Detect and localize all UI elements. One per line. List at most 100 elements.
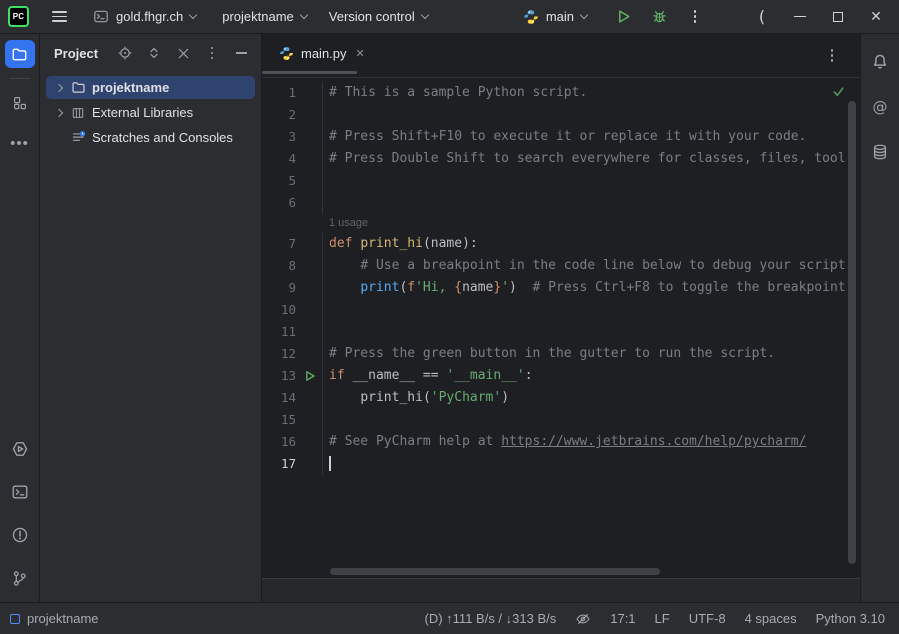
minimize-button[interactable] (781, 0, 819, 33)
gutter-space (296, 387, 322, 409)
code-line-14[interactable]: 14 print_hi('PyCharm') (262, 387, 860, 409)
inspections-widget[interactable] (575, 611, 591, 627)
kebab-icon (694, 10, 697, 23)
line-separator-widget[interactable]: LF (655, 611, 670, 626)
more-actions-button[interactable] (681, 3, 709, 31)
chevron-right-icon[interactable] (55, 108, 63, 116)
database-button[interactable] (865, 138, 895, 166)
module-icon (10, 614, 20, 624)
run-configuration-widget[interactable]: main (517, 5, 593, 29)
code-line-6[interactable]: 6 (262, 192, 860, 214)
code-token: ' (501, 280, 509, 295)
panel-options-button[interactable] (202, 43, 222, 63)
code-line-1[interactable]: 1# This is a sample Python script. (262, 82, 860, 104)
interpreter-widget[interactable]: Python 3.10 (816, 611, 885, 626)
run-button[interactable] (609, 3, 637, 31)
maximize-button[interactable] (819, 0, 857, 33)
horizontal-scrollbar-thumb[interactable] (330, 568, 660, 575)
notifications-button[interactable] (865, 48, 895, 76)
gutter-space (296, 192, 322, 214)
close-button[interactable]: ✕ (857, 0, 895, 33)
select-opened-file-button[interactable] (115, 43, 135, 63)
encoding-widget[interactable]: UTF-8 (689, 611, 726, 626)
expand-all-button[interactable] (144, 43, 164, 63)
code-token: # This is a sample Python script. (329, 85, 587, 100)
module-label: projektname (27, 611, 99, 626)
code-token: # Press Ctrl+F8 to toggle the breakpoint (533, 280, 846, 295)
chevron-down-icon (189, 10, 197, 18)
chevron-down-icon (580, 10, 588, 18)
crescent-icon[interactable]: ( (743, 0, 781, 33)
inspection-ok-check-icon[interactable] (831, 84, 846, 99)
python-icon (278, 46, 294, 61)
indent-widget[interactable]: 4 spaces (745, 611, 797, 626)
code-line-9[interactable]: 9 print(f'Hi, {name}') # Press Ctrl+F8 t… (262, 277, 860, 299)
tab-scrollbar-thumb[interactable] (262, 71, 357, 74)
tree-item-external-libraries[interactable]: External Libraries (46, 101, 255, 124)
tree-item-label: projektname (92, 80, 169, 95)
tree-item-projektname[interactable]: projektname (46, 76, 255, 99)
ai-assistant-icon: @ (873, 98, 888, 116)
editor-bottom-strip (262, 578, 860, 602)
network-speed-widget[interactable]: (D) ↑111 B/s / ↓313 B/s (425, 611, 557, 626)
problems-tool-window-button[interactable] (5, 521, 35, 549)
code-editor[interactable]: 1# This is a sample Python script.23# Pr… (262, 78, 860, 578)
remote-host-widget[interactable]: gold.fhgr.ch (87, 4, 202, 29)
module-widget[interactable]: projektname (10, 611, 99, 626)
code-line-13[interactable]: 13if __name__ == '__main__': (262, 365, 860, 387)
code-token: print_hi (360, 390, 423, 405)
gutter-space (296, 104, 322, 126)
minimize-icon (794, 16, 806, 18)
code-line-7[interactable]: 7def print_hi(name): (262, 233, 860, 255)
code-line-16[interactable]: 16# See PyCharm help at https://www.jetb… (262, 431, 860, 453)
editor-area: main.py ✕ 1# This is a sample Python scr… (262, 34, 860, 602)
debug-button[interactable] (645, 3, 673, 31)
tab-close-icon[interactable]: ✕ (356, 47, 365, 60)
editor-options-button[interactable] (818, 42, 846, 70)
structure-tool-button[interactable] (5, 89, 35, 117)
git-tool-window-button[interactable] (5, 564, 35, 592)
code-line-2[interactable]: 2 (262, 104, 860, 126)
line-number: 15 (262, 409, 296, 431)
main-menu-button[interactable] (48, 5, 71, 28)
project-menu-label: projektname (222, 9, 294, 24)
tree-item-label: Scratches and Consoles (92, 130, 233, 145)
ai-assistant-button[interactable]: @ (865, 93, 895, 121)
code-line-5[interactable]: 5 (262, 170, 860, 192)
code-text: # See PyCharm help at https://www.jetbra… (322, 431, 806, 453)
collapse-all-button[interactable] (173, 43, 193, 63)
tree-item-label: External Libraries (92, 105, 193, 120)
tree-item-scratches[interactable]: Scratches and Consoles (46, 126, 255, 149)
code-line-10[interactable]: 10 (262, 299, 860, 321)
project-menu-widget[interactable]: projektname (216, 5, 313, 28)
hide-panel-button[interactable] (231, 43, 251, 63)
terminal-tool-window-button[interactable] (5, 478, 35, 506)
more-tool-windows-button[interactable]: ••• (5, 129, 35, 157)
close-icon: ✕ (870, 8, 882, 25)
code-line-8[interactable]: 8 # Use a breakpoint in the code line be… (262, 255, 860, 277)
vertical-scrollbar-thumb[interactable] (848, 101, 856, 564)
code-line-12[interactable]: 12# Press the green button in the gutter… (262, 343, 860, 365)
gutter-space (296, 126, 322, 148)
code-token: name (462, 280, 493, 295)
vcs-menu-widget[interactable]: Version control (323, 5, 434, 28)
code-text (322, 170, 329, 192)
code-line-17[interactable]: 17 (262, 453, 860, 475)
project-tool-button[interactable] (5, 40, 35, 68)
run-tool-window-button[interactable] (5, 435, 35, 463)
code-line-3[interactable]: 3# Press Shift+F10 to execute it or repl… (262, 126, 860, 148)
gutter-run-icon[interactable] (296, 365, 322, 387)
code-token: ( (423, 390, 431, 405)
usages-inlay-hint[interactable]: 1 usage (262, 214, 860, 233)
code-token (517, 280, 533, 295)
code-line-4[interactable]: 4# Press Double Shift to search everywhe… (262, 148, 860, 170)
line-number: 5 (262, 170, 296, 192)
chevron-right-icon[interactable] (55, 83, 63, 91)
bell-icon (871, 53, 889, 71)
line-number: 3 (262, 126, 296, 148)
caret-position-widget[interactable]: 17:1 (610, 611, 635, 626)
code-line-15[interactable]: 15 (262, 409, 860, 431)
code-line-11[interactable]: 11 (262, 321, 860, 343)
code-token (329, 390, 360, 405)
code-text: print(f'Hi, {name}') # Press Ctrl+F8 to … (322, 277, 846, 299)
